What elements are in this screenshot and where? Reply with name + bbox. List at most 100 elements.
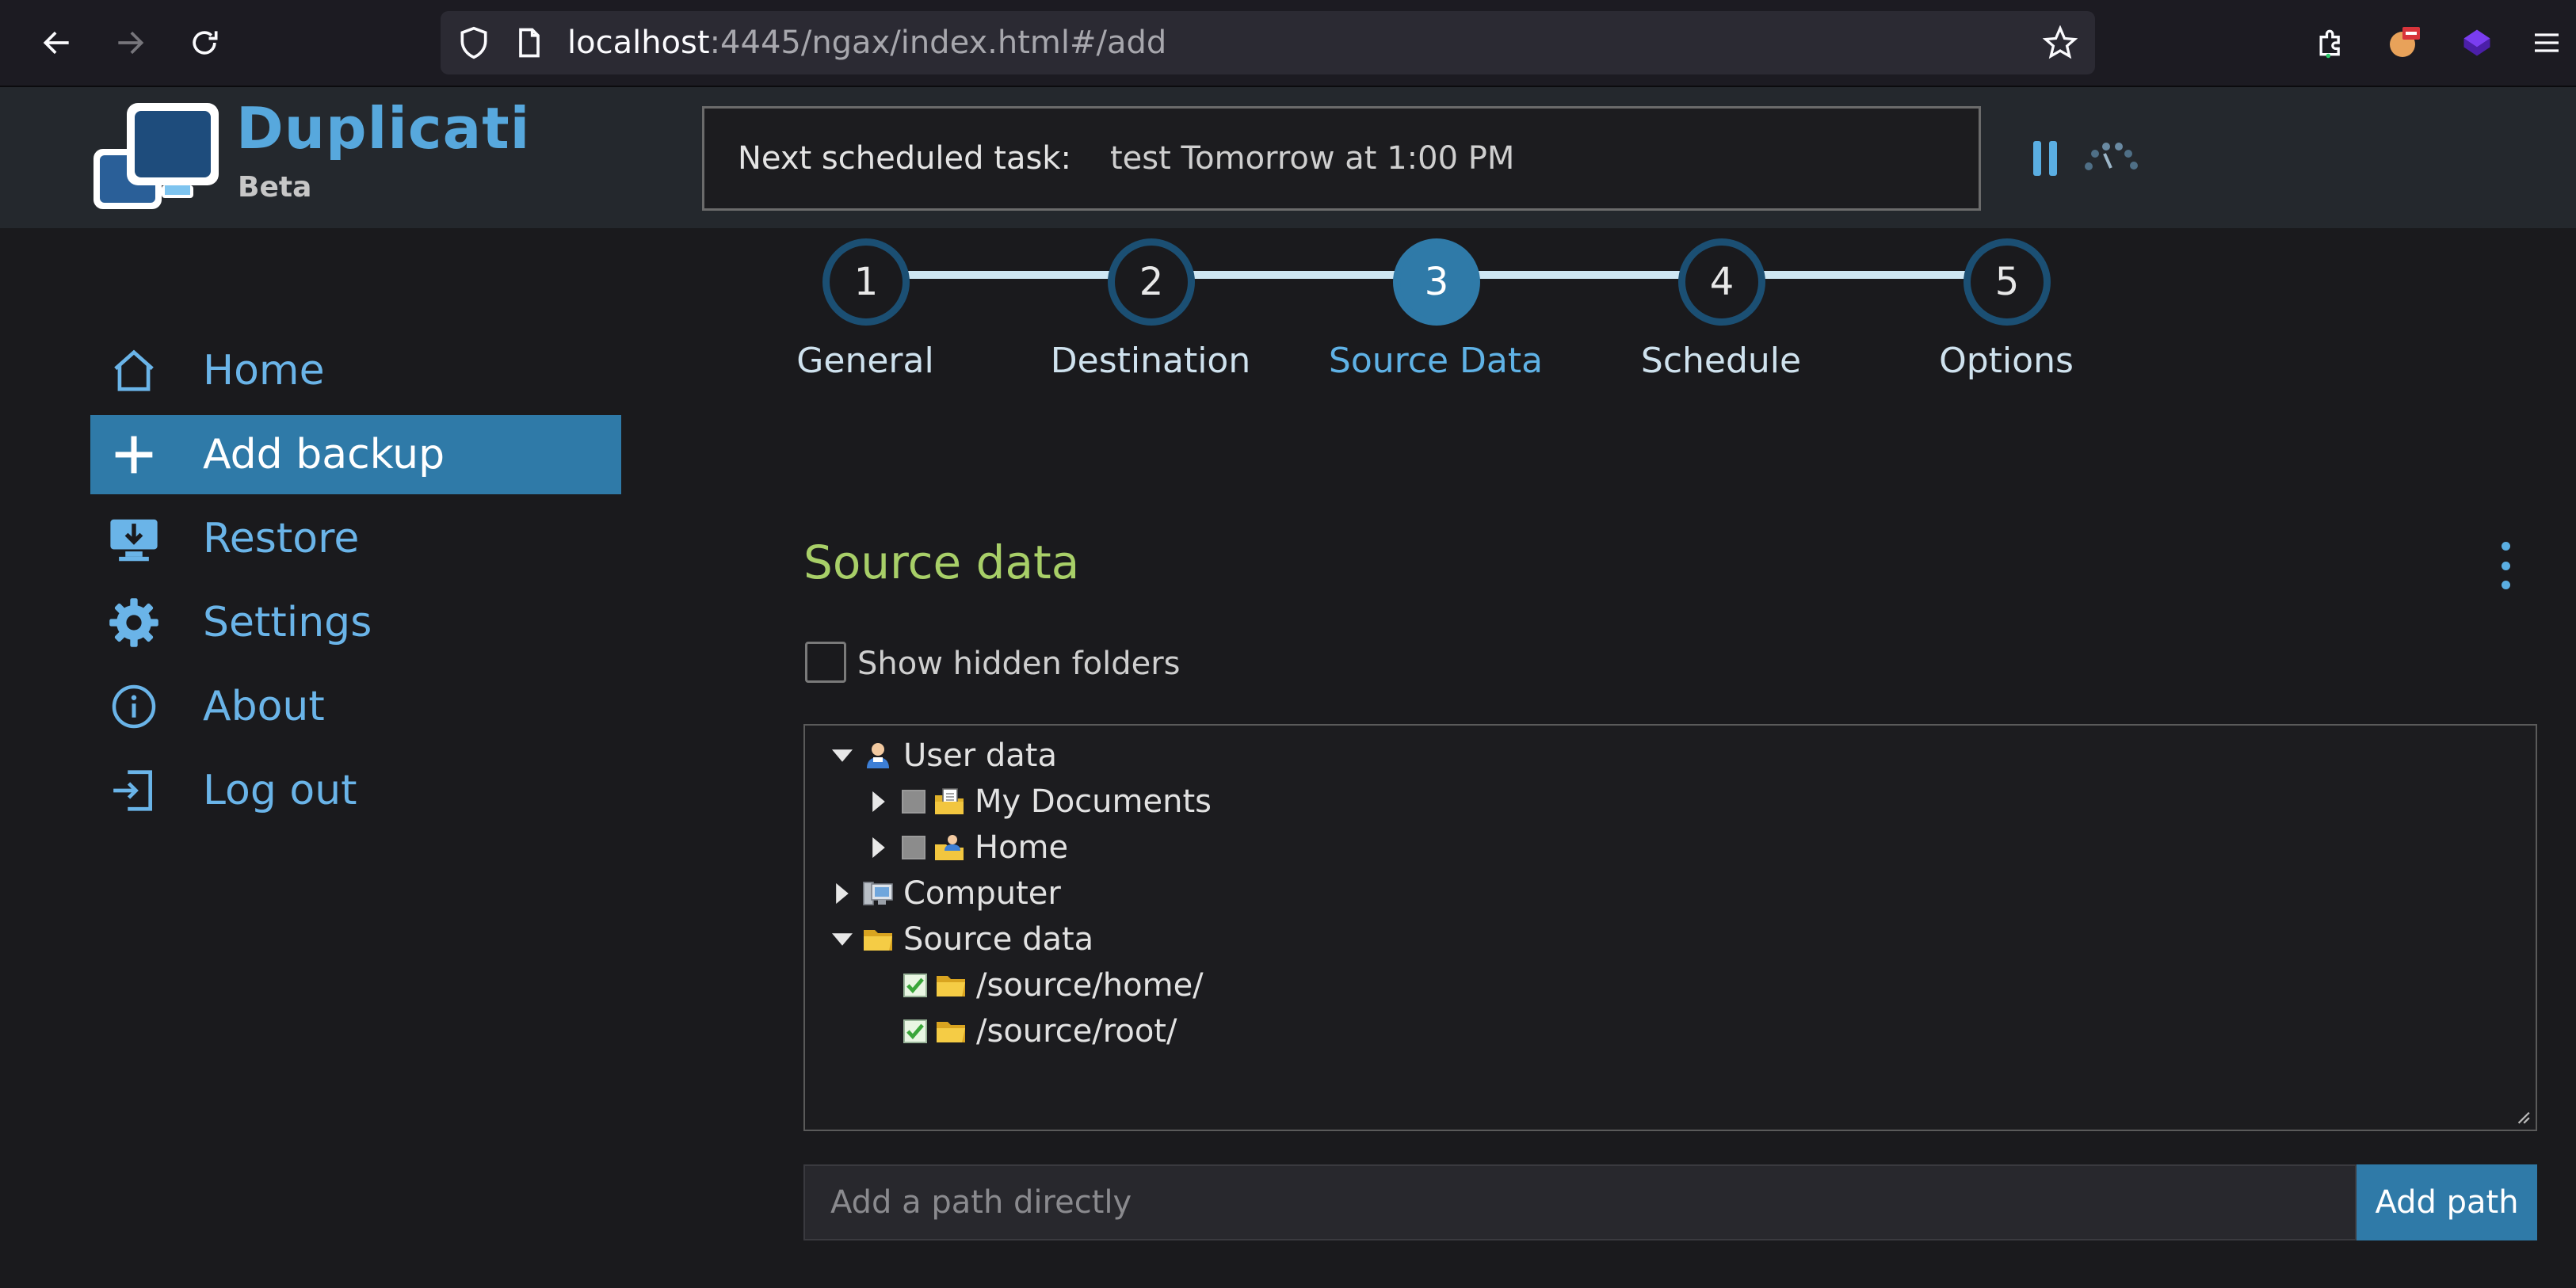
forward-arrow-icon xyxy=(118,31,144,55)
tree-label: Computer xyxy=(903,875,1061,912)
tree-checkbox[interactable] xyxy=(902,836,925,859)
step-schedule-label[interactable]: Schedule xyxy=(1602,341,1840,381)
back-button[interactable] xyxy=(24,10,90,76)
speedometer-icon xyxy=(2085,143,2138,170)
step-3-circle[interactable]: 3 xyxy=(1393,238,1480,326)
extension-shield-icon xyxy=(2390,27,2420,57)
pause-icon xyxy=(2033,141,2057,176)
tree-node-source-data[interactable]: Source data xyxy=(830,917,1093,962)
tree-label: Source data xyxy=(903,921,1094,958)
sidebar-item-label: Home xyxy=(203,347,325,394)
expand-arrow-icon[interactable] xyxy=(867,790,891,814)
tree-checkbox-checked[interactable] xyxy=(903,974,927,997)
extension-cube-button[interactable] xyxy=(2444,10,2510,76)
expand-arrow-icon[interactable] xyxy=(867,836,891,859)
page-icon[interactable] xyxy=(512,25,547,60)
restore-icon xyxy=(90,513,177,565)
bookmark-star-icon[interactable] xyxy=(2043,25,2078,60)
step-general-label[interactable]: General xyxy=(746,341,984,381)
tree-node-home[interactable]: Home xyxy=(867,825,1068,870)
tree-label: /source/root/ xyxy=(976,1013,1177,1050)
url-host: localhost xyxy=(567,25,710,61)
sidebar-item-label: Log out xyxy=(203,767,357,814)
checkmark-icon xyxy=(906,977,924,994)
resize-grip-icon[interactable] xyxy=(2513,1107,2531,1125)
folder-tree[interactable]: User data My Documents Home Computer Sou… xyxy=(803,724,2537,1131)
tree-node-user-data[interactable]: User data xyxy=(830,734,1057,778)
sidebar-item-label: Add backup xyxy=(203,431,445,478)
logout-icon xyxy=(90,766,177,815)
plus-icon xyxy=(90,433,177,477)
menu-button[interactable] xyxy=(2513,10,2576,76)
scheduled-task-label: Next scheduled task: xyxy=(738,140,1071,177)
show-hidden-folders-label[interactable]: Show hidden folders xyxy=(857,643,1181,684)
shield-icon[interactable] xyxy=(456,25,491,60)
step-destination-label[interactable]: Destination xyxy=(1032,341,1269,381)
open-folder-icon xyxy=(935,970,967,1001)
sidebar-item-logout[interactable]: Log out xyxy=(90,751,621,830)
step-source-data-label[interactable]: Source Data xyxy=(1317,341,1555,381)
app-title: Duplicati xyxy=(236,95,531,162)
tree-node-source-home[interactable]: /source/home/ xyxy=(892,963,1204,1008)
app-subtitle: Beta xyxy=(238,171,312,204)
url-path: :4445/ngax/index.html#/add xyxy=(709,25,1167,61)
scheduled-task-value: test Tomorrow at 1:00 PM xyxy=(1110,140,1515,177)
collapse-arrow-icon[interactable] xyxy=(830,928,854,951)
url-bar[interactable]: localhost:4445/ngax/index.html#/add xyxy=(441,11,2095,74)
tree-node-source-root[interactable]: /source/root/ xyxy=(892,1009,1177,1054)
add-path-button[interactable]: Add path xyxy=(2357,1164,2537,1240)
extensions-button[interactable] xyxy=(2298,10,2364,76)
pause-button[interactable] xyxy=(2030,139,2062,177)
cube-icon xyxy=(2463,29,2490,56)
sidebar-item-about[interactable]: About xyxy=(90,667,621,746)
section-title: Source data xyxy=(803,535,1080,589)
step-connector xyxy=(1478,271,1684,279)
scheduled-task-panel: Next scheduled task: test Tomorrow at 1:… xyxy=(702,106,1981,211)
hamburger-icon xyxy=(2535,33,2559,52)
step-connector xyxy=(907,271,1113,279)
step-5-circle[interactable]: 5 xyxy=(1963,238,2051,326)
tree-label: User data xyxy=(903,737,1057,774)
more-options-icon[interactable] xyxy=(2490,542,2521,589)
step-2-circle[interactable]: 2 xyxy=(1108,238,1195,326)
sidebar-item-label: About xyxy=(203,683,325,730)
browser-toolbar: localhost:4445/ngax/index.html#/add xyxy=(0,0,2576,87)
ublock-extension-button[interactable] xyxy=(2371,10,2437,76)
step-options-label[interactable]: Options xyxy=(1887,341,2125,381)
reload-button[interactable] xyxy=(171,10,238,76)
forward-button[interactable] xyxy=(97,10,163,76)
show-hidden-folders-checkbox[interactable] xyxy=(805,642,846,683)
open-folder-icon xyxy=(862,924,894,955)
tree-checkbox[interactable] xyxy=(902,790,925,814)
sidebar-item-home[interactable]: Home xyxy=(90,331,621,410)
duplicati-logo-icon[interactable] xyxy=(89,97,223,217)
url-text[interactable]: localhost:4445/ngax/index.html#/add xyxy=(567,11,1166,74)
sidebar-item-settings[interactable]: Settings xyxy=(90,583,621,662)
sidebar-item-add-backup[interactable]: Add backup xyxy=(90,415,621,494)
tree-label: /source/home/ xyxy=(976,967,1204,1004)
reload-icon xyxy=(193,31,218,55)
home-icon xyxy=(90,346,177,395)
checkmark-icon xyxy=(906,1023,924,1040)
step-4-circle[interactable]: 4 xyxy=(1678,238,1765,326)
sidebar-item-label: Settings xyxy=(203,599,372,646)
expand-arrow-icon[interactable] xyxy=(830,882,854,905)
tree-checkbox-checked[interactable] xyxy=(903,1019,927,1043)
sidebar-item-label: Restore xyxy=(203,515,360,562)
sidebar-item-restore[interactable]: Restore xyxy=(90,499,621,578)
documents-folder-icon xyxy=(933,786,965,817)
collapse-arrow-icon[interactable] xyxy=(830,744,854,768)
step-1-circle[interactable]: 1 xyxy=(822,238,910,326)
step-connector xyxy=(1193,271,1399,279)
throttle-button[interactable] xyxy=(2082,141,2139,173)
info-icon xyxy=(90,683,177,730)
tree-node-my-documents[interactable]: My Documents xyxy=(867,779,1212,824)
tree-node-computer[interactable]: Computer xyxy=(830,871,1061,916)
add-path-input[interactable] xyxy=(803,1164,2357,1240)
tree-label: My Documents xyxy=(975,783,1212,820)
open-folder-icon xyxy=(935,1016,967,1047)
back-arrow-icon xyxy=(43,31,69,55)
gear-icon xyxy=(90,596,177,649)
computer-icon xyxy=(862,878,894,909)
puzzle-icon xyxy=(2319,29,2340,59)
